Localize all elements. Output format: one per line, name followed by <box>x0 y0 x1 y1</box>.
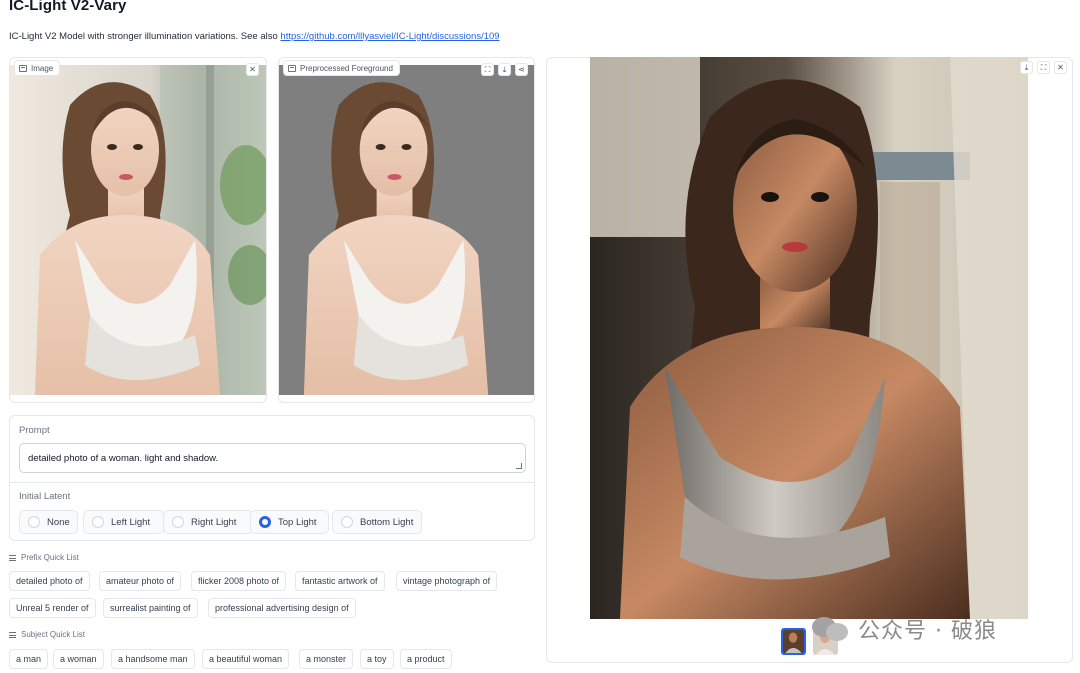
close-icon[interactable]: ✕ <box>1054 61 1067 74</box>
radio-bottom-light[interactable]: Bottom Light <box>332 510 422 534</box>
radio-label: Bottom Light <box>360 516 414 528</box>
discussion-link[interactable]: https://github.com/lllyasviel/IC-Light/d… <box>280 31 499 42</box>
prefix-chip[interactable]: surrealist painting of <box>103 598 198 618</box>
prompt-value: detailed photo of a woman. light and sha… <box>28 453 219 464</box>
subject-chip[interactable]: a monster <box>299 649 354 669</box>
foreground-image-label: Preprocessed Foreground <box>283 60 400 76</box>
prompt-label: Prompt <box>19 425 50 436</box>
radio-top-light[interactable]: Top Light <box>250 510 329 534</box>
prefix-chip[interactable]: amateur photo of <box>99 571 182 591</box>
list-icon <box>9 554 16 561</box>
page-description: IC-Light V2 Model with stronger illumina… <box>9 31 500 42</box>
input-image-label: Image <box>14 60 61 76</box>
input-image-panel[interactable]: Image ✕ <box>9 57 267 403</box>
page-title: IC-Light V2-Vary <box>9 0 127 14</box>
radio-label: None <box>47 516 70 528</box>
image-icon <box>288 64 296 72</box>
resize-handle-icon[interactable] <box>516 463 522 469</box>
radio-right-light[interactable]: Right Light <box>163 510 253 534</box>
radio-selected-icon <box>259 516 271 528</box>
prefix-chip[interactable]: detailed photo of <box>9 571 90 591</box>
subject-quick-list-header: Subject Quick List <box>9 630 85 639</box>
radio-circle-icon <box>92 516 104 528</box>
prefix-quick-list-label: Prefix Quick List <box>21 553 79 562</box>
download-icon[interactable]: ⤓ <box>498 63 511 76</box>
close-icon[interactable]: ✕ <box>246 63 259 76</box>
watermark: 公众号 · 破狼 <box>812 614 997 644</box>
prefix-chip[interactable]: professional advertising design of <box>208 598 356 618</box>
prompt-input[interactable]: detailed photo of a woman. light and sha… <box>19 443 526 473</box>
radio-circle-icon <box>341 516 353 528</box>
input-photo <box>10 65 266 395</box>
prefix-chip[interactable]: Unreal 5 render of <box>9 598 96 618</box>
subject-chip[interactable]: a beautiful woman <box>202 649 290 669</box>
input-image-label-text: Image <box>31 63 54 73</box>
list-icon <box>9 631 16 638</box>
initial-latent-label: Initial Latent <box>19 491 71 502</box>
radio-label: Top Light <box>278 516 317 528</box>
foreground-image-label-text: Preprocessed Foreground <box>300 63 393 73</box>
subject-quick-list-label: Subject Quick List <box>21 630 86 639</box>
prompt-settings-box: Prompt detailed photo of a woman. light … <box>9 415 535 541</box>
fullscreen-icon[interactable]: ⛶ <box>1037 61 1050 74</box>
subject-chip[interactable]: a handsome man <box>111 649 195 669</box>
subject-chip[interactable]: a man <box>9 649 49 669</box>
prefix-chip[interactable]: fantastic artwork of <box>295 571 385 591</box>
watermark-text: 公众号 · 破狼 <box>858 619 997 644</box>
download-icon[interactable]: ⤓ <box>1020 61 1033 74</box>
radio-none[interactable]: None <box>19 510 78 534</box>
subject-chip[interactable]: a toy <box>360 649 394 669</box>
radio-circle-icon <box>28 516 40 528</box>
subject-chip[interactable]: a woman <box>53 649 104 669</box>
radio-left-light[interactable]: Left Light <box>83 510 164 534</box>
wechat-logo-icon <box>812 615 852 643</box>
prefix-chip[interactable]: vintage photograph of <box>396 571 498 591</box>
divider <box>10 482 534 483</box>
output-photo[interactable] <box>590 57 1028 619</box>
share-icon[interactable]: ⋖ <box>515 63 528 76</box>
image-icon <box>19 64 27 72</box>
output-thumbnail-1[interactable] <box>781 628 806 655</box>
foreground-photo <box>279 65 534 395</box>
radio-label: Right Light <box>191 516 237 528</box>
radio-label: Left Light <box>111 516 151 528</box>
prefix-chip[interactable]: flicker 2008 photo of <box>191 571 287 591</box>
foreground-image-panel[interactable]: Preprocessed Foreground ⛶ ⤓ ⋖ <box>278 57 535 403</box>
description-text: IC-Light V2 Model with stronger illumina… <box>9 31 281 42</box>
fullscreen-icon[interactable]: ⛶ <box>481 63 494 76</box>
radio-circle-icon <box>172 516 184 528</box>
prefix-quick-list-header: Prefix Quick List <box>9 553 79 562</box>
subject-chip[interactable]: a product <box>400 649 452 669</box>
